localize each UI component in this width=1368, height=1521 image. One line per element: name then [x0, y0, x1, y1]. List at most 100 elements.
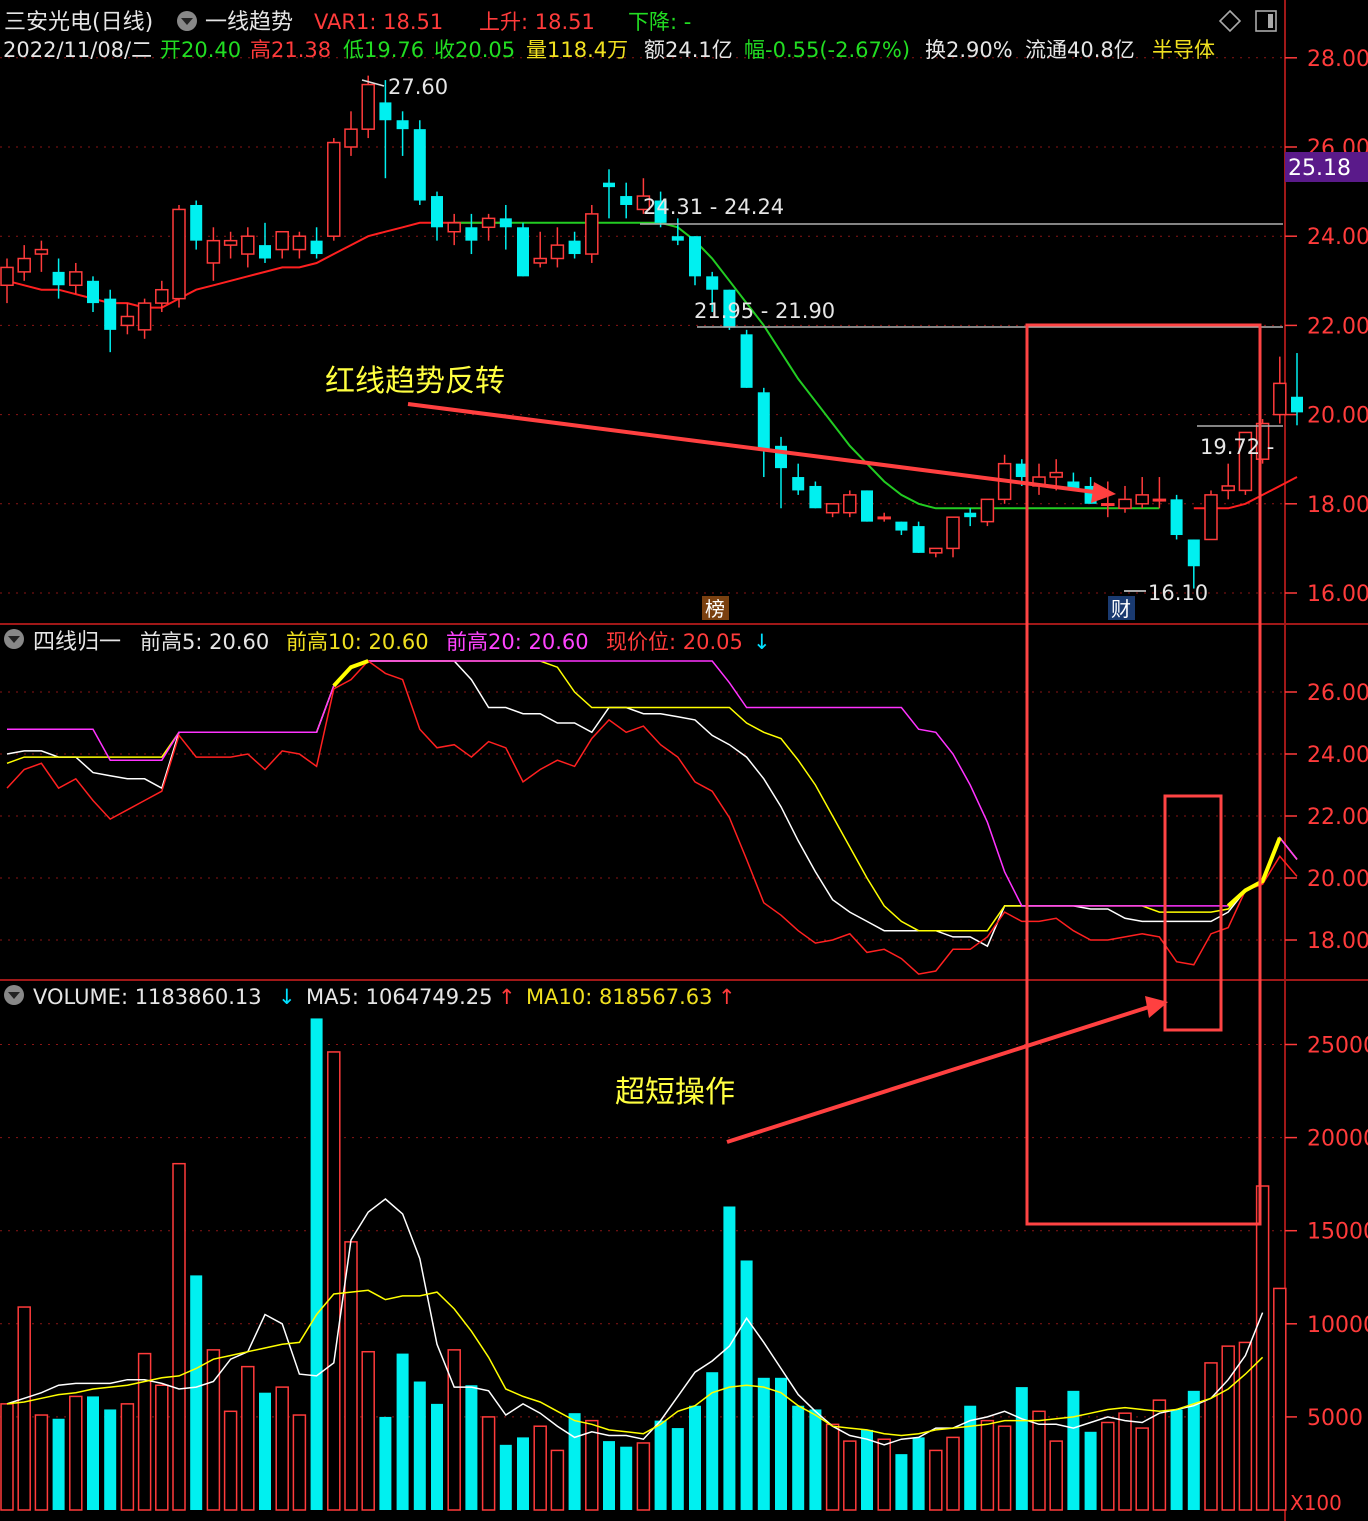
- candle-body-down: [568, 240, 581, 255]
- volume-bar-up: [206, 1349, 221, 1511]
- panel2-name[interactable]: 四线归一: [33, 630, 121, 655]
- volume-bar-up: [1255, 1185, 1270, 1511]
- candle-body-up: [1135, 494, 1149, 505]
- candle-body-up: [1101, 503, 1115, 507]
- volume-bar-down: [792, 1405, 805, 1510]
- indicator-name[interactable]: 一线趋势: [205, 10, 293, 35]
- volume-bar-up: [1118, 1412, 1132, 1511]
- volume-bar-up: [980, 1419, 995, 1511]
- highlight-box-big: [1025, 323, 1262, 1226]
- volume-bar-up: [327, 1051, 341, 1511]
- volume-bar-up: [0, 1403, 14, 1511]
- volume-bar-down: [861, 1429, 873, 1510]
- volume-bar-down: [310, 1018, 323, 1510]
- volume-bar-up: [1135, 1427, 1149, 1511]
- volume-bar-up: [1221, 1345, 1235, 1511]
- candle-body-up: [275, 230, 289, 251]
- quote-change: 幅-0.55(-2.67%): [744, 38, 910, 62]
- volume-bar-up: [997, 1425, 1012, 1511]
- candle-body-up: [843, 494, 857, 514]
- volume-bar-down: [499, 1444, 512, 1510]
- candle-body-up: [1118, 498, 1132, 510]
- candle-body-down: [775, 445, 787, 469]
- volume-bar-up: [1204, 1362, 1218, 1511]
- volume-tick-label: 15000: [1307, 1220, 1368, 1245]
- volume-bar-down: [757, 1377, 770, 1510]
- volume-unit: X100: [1290, 1491, 1342, 1515]
- candle-body-up: [447, 222, 461, 233]
- four-tick-label: 24.00: [1307, 743, 1368, 768]
- volume-bar-up: [344, 1241, 358, 1511]
- volume-bar-down: [431, 1403, 443, 1510]
- price-tick-label: 20.00: [1307, 404, 1368, 429]
- candle-body-up: [1152, 498, 1167, 502]
- volume-bar-up: [1238, 1341, 1253, 1511]
- candle-body-down: [396, 120, 409, 130]
- volume-tick-label: 25000: [1307, 1034, 1368, 1059]
- candle-body-up: [241, 235, 255, 255]
- volume-bar-up: [241, 1365, 255, 1511]
- volume-bar-down: [87, 1396, 99, 1510]
- volume-bar-down: [190, 1275, 203, 1510]
- volume-bar-down: [259, 1392, 271, 1510]
- candle-body-down: [620, 196, 633, 205]
- volume-bar-down: [689, 1405, 701, 1510]
- volume-bar-down: [413, 1381, 426, 1510]
- quote-turnover: 换2.90%: [925, 38, 1013, 62]
- candle-body-down: [757, 392, 770, 451]
- volume-bar-up: [825, 1423, 840, 1511]
- trend-arrow-head: [1091, 482, 1116, 503]
- candle-body-up: [17, 257, 31, 273]
- candle-body-up: [0, 266, 14, 287]
- candle-body-down: [740, 334, 753, 388]
- candle-body-up: [1273, 382, 1287, 416]
- volume-bar-down: [654, 1420, 667, 1510]
- diamond-icon[interactable]: [1218, 9, 1242, 33]
- four-line-header: 四线归一 前高5: 20.60 前高10: 20.60 前高20: 20.60 …: [4, 629, 771, 655]
- volume-bar-down: [1015, 1387, 1028, 1510]
- panel2-h10: 前高10: 20.60: [286, 630, 429, 654]
- price-tick-label: 28.00: [1307, 47, 1368, 72]
- candle-body-up: [292, 235, 307, 251]
- candle-body-up: [137, 302, 152, 331]
- candle-body-down: [1170, 499, 1183, 536]
- candle-body-up: [825, 503, 840, 514]
- candle-body-down: [87, 280, 99, 304]
- rank-badge-text: 榜: [705, 597, 725, 621]
- four-tick-label: 20.00: [1307, 867, 1368, 892]
- four-line-highlight: [332, 659, 369, 688]
- volume-bar-down: [603, 1441, 615, 1510]
- candle-body-up: [980, 498, 995, 523]
- volume-bar-up: [292, 1414, 307, 1511]
- volume-bar-up: [275, 1386, 289, 1511]
- rise-value: 上升: 18.51: [479, 10, 595, 34]
- candle-body-up: [1221, 485, 1235, 492]
- four-line-panel: [6, 659, 1298, 975]
- low-label: 16.10: [1148, 581, 1208, 605]
- short-arrow-line: [726, 1004, 1153, 1144]
- fall-value: 下降: -: [628, 10, 691, 34]
- candle-body-down: [465, 227, 478, 241]
- volume-bar-up: [1049, 1440, 1063, 1511]
- highlight-box-small: [1163, 794, 1223, 1032]
- main-header: 三安光电(日线) 一线趋势 VAR1: 18.51 上升: 18.51 下降: …: [4, 9, 1277, 35]
- volume-bar-down: [620, 1446, 633, 1510]
- trend-arrow-line: [407, 402, 1103, 495]
- volume-bar-up: [172, 1162, 186, 1511]
- volume-header: VOLUME: 1183860.13 ↓ MA5: 1064749.25 ↑ M…: [4, 985, 736, 1009]
- volume-bar-down: [671, 1428, 684, 1510]
- candle-body-down: [689, 236, 701, 277]
- volume-tick-label: 10000: [1307, 1313, 1368, 1338]
- candle-body-up: [34, 248, 49, 255]
- candle-body-down: [1187, 539, 1200, 567]
- volume-bar-down: [809, 1409, 822, 1510]
- ma5-value: MA5: 1064749.25: [306, 985, 493, 1009]
- stock-chart[interactable]: 16.00 18.00 20.00 22.00 24.00 26.00 28.00 18.00…: [0, 0, 1368, 1521]
- var1-value: VAR1: 18.51: [314, 10, 443, 34]
- ma10-value: MA10: 818567.63: [526, 985, 713, 1009]
- volume-bar-down: [912, 1437, 925, 1510]
- up-arrow-icon: ↑: [498, 985, 516, 1009]
- resist-label-2: 21.95 - 21.90: [694, 299, 835, 323]
- candle-body-up: [206, 239, 221, 264]
- quote-float: 流通40.8亿: [1025, 38, 1135, 62]
